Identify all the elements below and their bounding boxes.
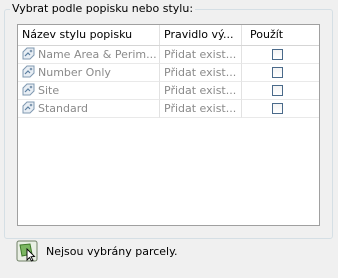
label-style-icon [22, 83, 35, 96]
label-style-icon [22, 65, 35, 78]
style-name-text: Number Only [38, 66, 111, 79]
apply-cell [242, 46, 319, 64]
apply-cell [242, 100, 319, 118]
style-name-cell: Site [18, 82, 160, 100]
table-header: Název stylu popisku Pravidlo vý... Použí… [18, 25, 319, 46]
rule-cell[interactable]: Přidat exist... [160, 64, 242, 82]
column-header-style-name[interactable]: Název stylu popisku [18, 25, 160, 45]
rule-cell[interactable]: Přidat exist... [160, 46, 242, 64]
apply-checkbox[interactable] [272, 85, 283, 96]
label-style-table[interactable]: Název stylu popisku Pravidlo vý... Použí… [17, 24, 320, 226]
table-row[interactable]: Name Area & Perim... Přidat exist... [18, 46, 319, 64]
apply-checkbox[interactable] [272, 67, 283, 78]
group-title: Vybrat podle popisku nebo stylu: [10, 2, 196, 15]
style-name-cell: Name Area & Perim... [18, 46, 160, 64]
parcel-select-icon[interactable] [16, 240, 38, 262]
label-style-icon [22, 47, 35, 60]
apply-cell [242, 82, 319, 100]
rule-cell[interactable]: Přidat exist... [160, 100, 242, 118]
rule-cell[interactable]: Přidat exist... [160, 82, 242, 100]
style-name-cell: Number Only [18, 64, 160, 82]
style-name-cell: Standard [18, 100, 160, 118]
apply-checkbox[interactable] [272, 103, 283, 114]
table-row[interactable]: Standard Přidat exist... [18, 100, 319, 118]
label-style-icon [22, 101, 35, 114]
table-row[interactable]: Site Přidat exist... [18, 82, 319, 100]
column-header-rule[interactable]: Pravidlo vý... [160, 25, 242, 45]
style-name-text: Name Area & Perim... [38, 48, 157, 61]
style-name-text: Standard [38, 102, 89, 115]
apply-cell [242, 64, 319, 82]
selection-status-text: Nejsou vybrány parcely. [46, 245, 178, 258]
table-row[interactable]: Number Only Přidat exist... [18, 64, 319, 82]
apply-checkbox[interactable] [272, 49, 283, 60]
style-name-text: Site [38, 84, 60, 97]
column-header-apply[interactable]: Použít [242, 25, 319, 45]
